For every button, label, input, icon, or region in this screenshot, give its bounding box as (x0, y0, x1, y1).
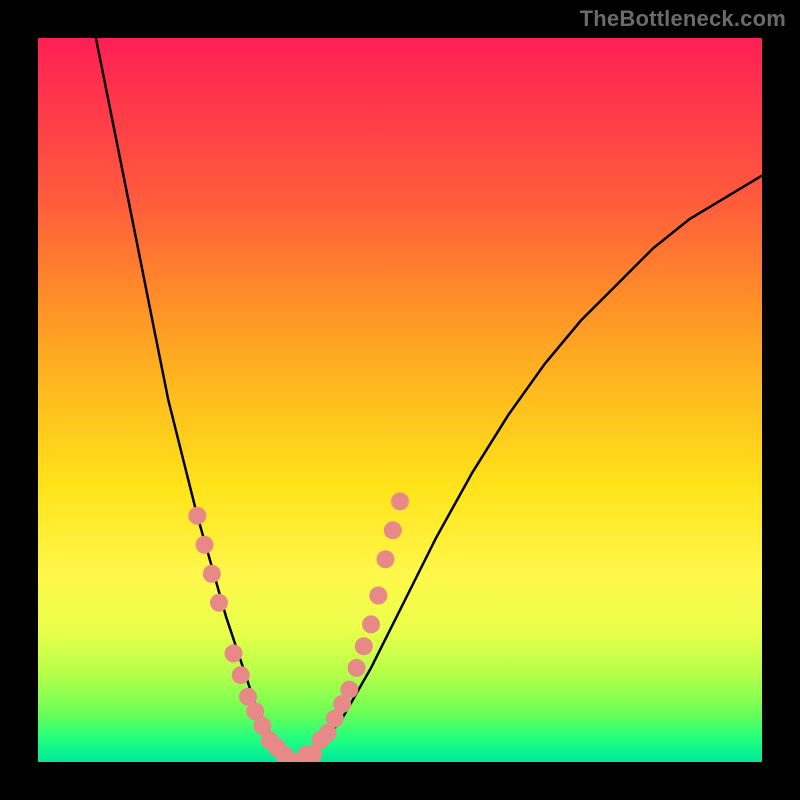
curve-marker (225, 644, 243, 662)
curve-group (96, 38, 762, 762)
bottleneck-curve-svg (38, 38, 762, 762)
watermark-text: TheBottleneck.com (580, 6, 786, 32)
curve-marker (384, 521, 402, 539)
curve-marker (348, 659, 366, 677)
curve-marker (340, 681, 358, 699)
curve-marker (210, 594, 228, 612)
curve-marker (377, 550, 395, 568)
curve-marker (362, 615, 380, 633)
chart-frame: TheBottleneck.com (0, 0, 800, 800)
curve-marker (232, 666, 250, 684)
curve-marker (369, 587, 387, 605)
curve-marker (391, 492, 409, 510)
curve-marker (188, 507, 206, 525)
curve-marker (355, 637, 373, 655)
curve-markers (188, 492, 409, 762)
curve-marker (196, 536, 214, 554)
plot-area (38, 38, 762, 762)
curve-marker (203, 565, 221, 583)
bottleneck-curve (96, 38, 762, 762)
